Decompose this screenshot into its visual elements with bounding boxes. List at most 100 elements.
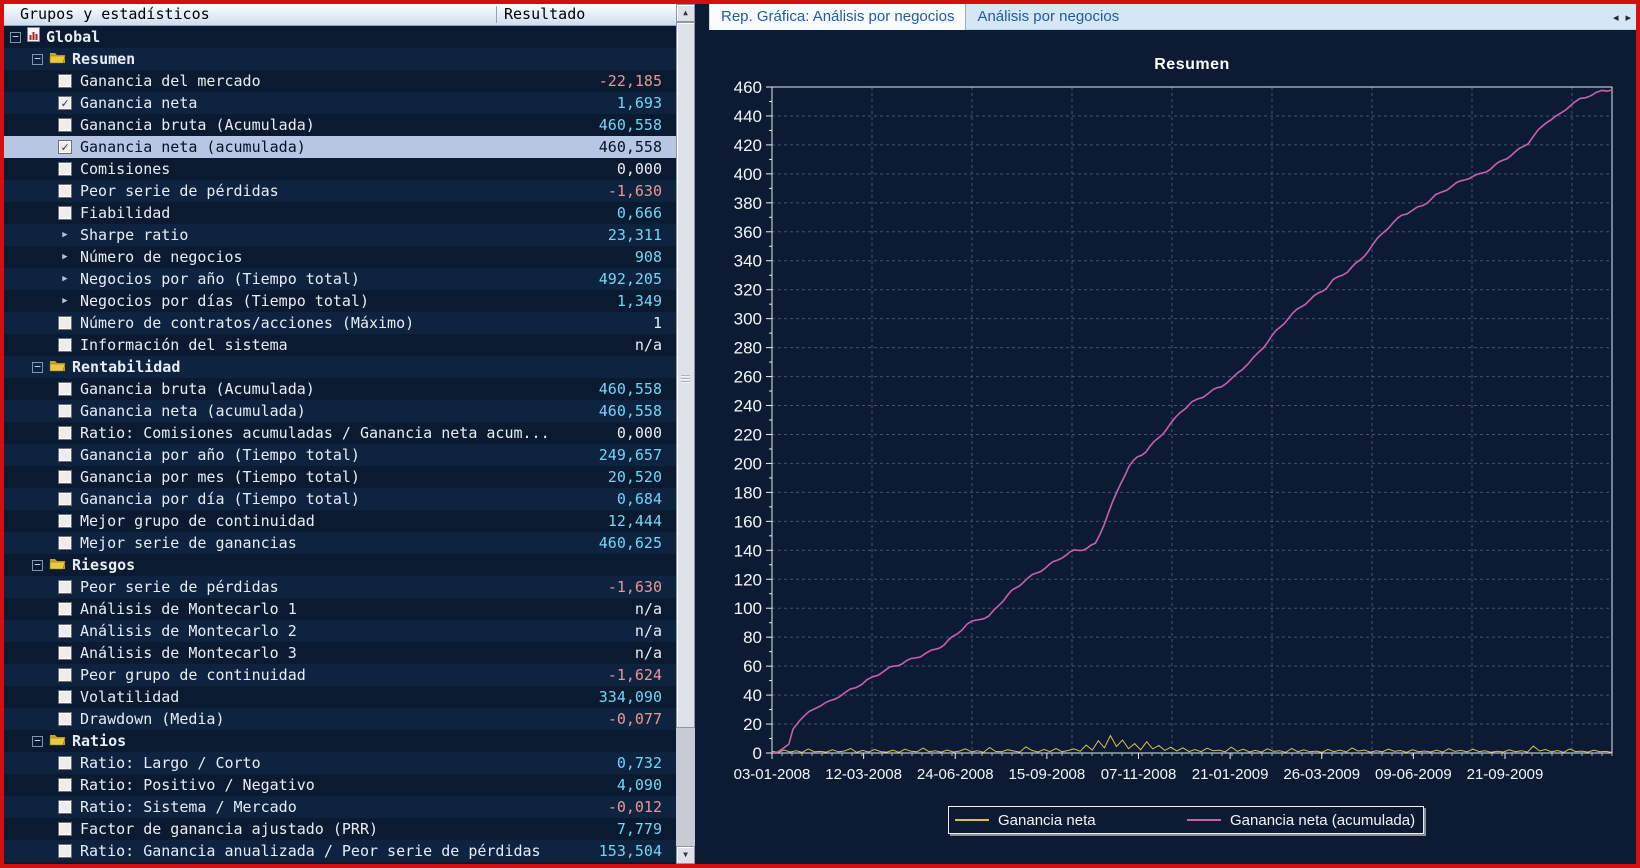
legend-label: Ganancia neta	[998, 812, 1096, 829]
tree-row[interactable]: Comisiones0,000	[4, 158, 676, 180]
tree-row[interactable]: Drawdown (Media)-0,077	[4, 708, 676, 730]
checkbox[interactable]	[58, 624, 72, 638]
checkbox[interactable]	[58, 404, 72, 418]
checkbox[interactable]	[58, 844, 72, 858]
tab-scroll-right-icon[interactable]: ▸	[1625, 11, 1631, 24]
scroll-up-button[interactable]: ▲	[676, 4, 695, 22]
tab-analysis-by-trades[interactable]: Análisis por negocios	[966, 4, 1130, 30]
checkbox[interactable]	[58, 690, 72, 704]
tree-row[interactable]: Volatilidad334,090	[4, 686, 676, 708]
stat-value: 249,657	[599, 444, 662, 466]
tree-row[interactable]: Peor grupo de continuidad-1,624	[4, 664, 676, 686]
checkbox[interactable]	[58, 822, 72, 836]
scrollbar-thumb[interactable]	[676, 22, 695, 728]
expand-toggle[interactable]: −	[32, 54, 43, 65]
checkbox[interactable]	[58, 470, 72, 484]
tree-row[interactable]: Fiabilidad0,666	[4, 202, 676, 224]
expand-toggle[interactable]: −	[32, 560, 43, 571]
tree-group-row[interactable]: −Riesgos	[4, 554, 676, 576]
svg-text:160: 160	[734, 512, 762, 531]
tree-row[interactable]: Ratio: Ganancia anualizada / Peor serie …	[4, 840, 676, 862]
tree-item-label: Mejor serie de ganancias	[80, 532, 297, 554]
checkbox[interactable]	[58, 756, 72, 770]
tree-row[interactable]: Ganancia neta (acumulada)460,558	[4, 400, 676, 422]
svg-text:80: 80	[743, 628, 762, 647]
checkbox[interactable]	[58, 448, 72, 462]
svg-text:300: 300	[734, 310, 762, 329]
tree-row[interactable]: Ratio: Positivo / Negativo4,090	[4, 774, 676, 796]
tree-row[interactable]: Análisis de Montecarlo 2n/a	[4, 620, 676, 642]
bullet-icon: ▶	[58, 290, 72, 312]
tab-nav: ◂ ▸	[1613, 4, 1631, 30]
tree-row[interactable]: Número de contratos/acciones (Máximo)1	[4, 312, 676, 334]
tree-row[interactable]: Mejor grupo de continuidad12,444	[4, 510, 676, 532]
svg-text:400: 400	[734, 165, 762, 184]
expand-toggle[interactable]: −	[32, 736, 43, 747]
svg-text:460: 460	[734, 81, 762, 97]
tree-row-inner: Ratio: Ganancia anualizada / Peor serie …	[4, 840, 676, 862]
checkbox[interactable]	[58, 382, 72, 396]
tree-row[interactable]: Factor de ganancia ajustado (PRR)7,779	[4, 818, 676, 840]
checkbox[interactable]	[58, 514, 72, 528]
checkbox[interactable]	[58, 778, 72, 792]
tree-row[interactable]: Ratio: Comisiones acumuladas / Ganancia …	[4, 422, 676, 444]
checkbox[interactable]	[58, 74, 72, 88]
checkbox[interactable]	[58, 602, 72, 616]
tree-row[interactable]: ▶Número de negocios908	[4, 246, 676, 268]
tree-row[interactable]: ▶Negocios por días (Tiempo total)1,349	[4, 290, 676, 312]
tree-group-row[interactable]: −Global	[4, 26, 676, 48]
tree-row[interactable]: Ganancia bruta (Acumulada)460,558	[4, 114, 676, 136]
checkbox[interactable]	[58, 184, 72, 198]
resumen-chart[interactable]: 0204060801001201401601802002202402602803…	[702, 81, 1618, 791]
checkbox-checked[interactable]: ✓	[58, 140, 72, 154]
tree-row[interactable]: ▶Sharpe ratio23,311	[4, 224, 676, 246]
chart-title: Resumen	[772, 56, 1612, 74]
checkbox[interactable]	[58, 668, 72, 682]
tab-scroll-left-icon[interactable]: ◂	[1613, 11, 1619, 24]
tab-graphic-report[interactable]: Rep. Gráfica: Análisis por negocios	[709, 4, 966, 30]
tree-row[interactable]: ▶Negocios por año (Tiempo total)492,205	[4, 268, 676, 290]
checkbox[interactable]	[58, 206, 72, 220]
checkbox[interactable]	[58, 712, 72, 726]
tree-row[interactable]: Peor serie de pérdidas-1,630	[4, 180, 676, 202]
checkbox[interactable]	[58, 316, 72, 330]
tree-row[interactable]: Peor serie de pérdidas-1,630	[4, 576, 676, 598]
tree-row[interactable]: Ratio: Sistema / Mercado-0,012	[4, 796, 676, 818]
tree-row[interactable]: Ganancia por día (Tiempo total)0,684	[4, 488, 676, 510]
tree-group-row[interactable]: −Ratios	[4, 730, 676, 752]
tree-row-inner: Mejor grupo de continuidad	[4, 510, 676, 532]
tree-row[interactable]: ✓Ganancia neta1,693	[4, 92, 676, 114]
vertical-scrollbar[interactable]: ▲ ▼	[676, 4, 695, 864]
tree-row[interactable]: Ganancia bruta (Acumulada)460,558	[4, 378, 676, 400]
checkbox[interactable]	[58, 338, 72, 352]
checkbox[interactable]	[58, 118, 72, 132]
tree-group-row[interactable]: −Rentabilidad	[4, 356, 676, 378]
tree-item-label: Análisis de Montecarlo 2	[80, 620, 297, 642]
tree-row[interactable]: ✓Ganancia neta (acumulada)460,558	[4, 136, 676, 158]
checkbox[interactable]	[58, 580, 72, 594]
tree-row[interactable]: Ganancia por año (Tiempo total)249,657	[4, 444, 676, 466]
tree-row[interactable]: Mejor serie de ganancias460,625	[4, 532, 676, 554]
tree-row[interactable]: Ganancia del mercado-22,185	[4, 70, 676, 92]
tree-group-row[interactable]: −Resumen	[4, 48, 676, 70]
column-header-result: Resultado	[504, 4, 585, 25]
checkbox[interactable]	[58, 492, 72, 506]
checkbox[interactable]	[58, 536, 72, 550]
tree-row[interactable]: Análisis de Montecarlo 3n/a	[4, 642, 676, 664]
tree-row[interactable]: Ratio: Largo / Corto0,732	[4, 752, 676, 774]
expand-toggle[interactable]: −	[32, 362, 43, 373]
tree-row[interactable]: Análisis de Montecarlo 1n/a	[4, 598, 676, 620]
column-divider[interactable]	[496, 6, 497, 23]
tree-row-inner: Peor grupo de continuidad	[4, 664, 676, 686]
checkbox[interactable]	[58, 426, 72, 440]
svg-text:24-06-2008: 24-06-2008	[917, 766, 994, 783]
scroll-down-button[interactable]: ▼	[676, 846, 695, 864]
expand-toggle[interactable]: −	[10, 32, 21, 43]
checkbox[interactable]	[58, 646, 72, 660]
svg-text:07-11-2008: 07-11-2008	[1101, 766, 1177, 783]
checkbox[interactable]	[58, 800, 72, 814]
tree-row[interactable]: Ganancia por mes (Tiempo total)20,520	[4, 466, 676, 488]
tree-row[interactable]: Información del sisteman/a	[4, 334, 676, 356]
checkbox-checked[interactable]: ✓	[58, 96, 72, 110]
checkbox[interactable]	[58, 162, 72, 176]
